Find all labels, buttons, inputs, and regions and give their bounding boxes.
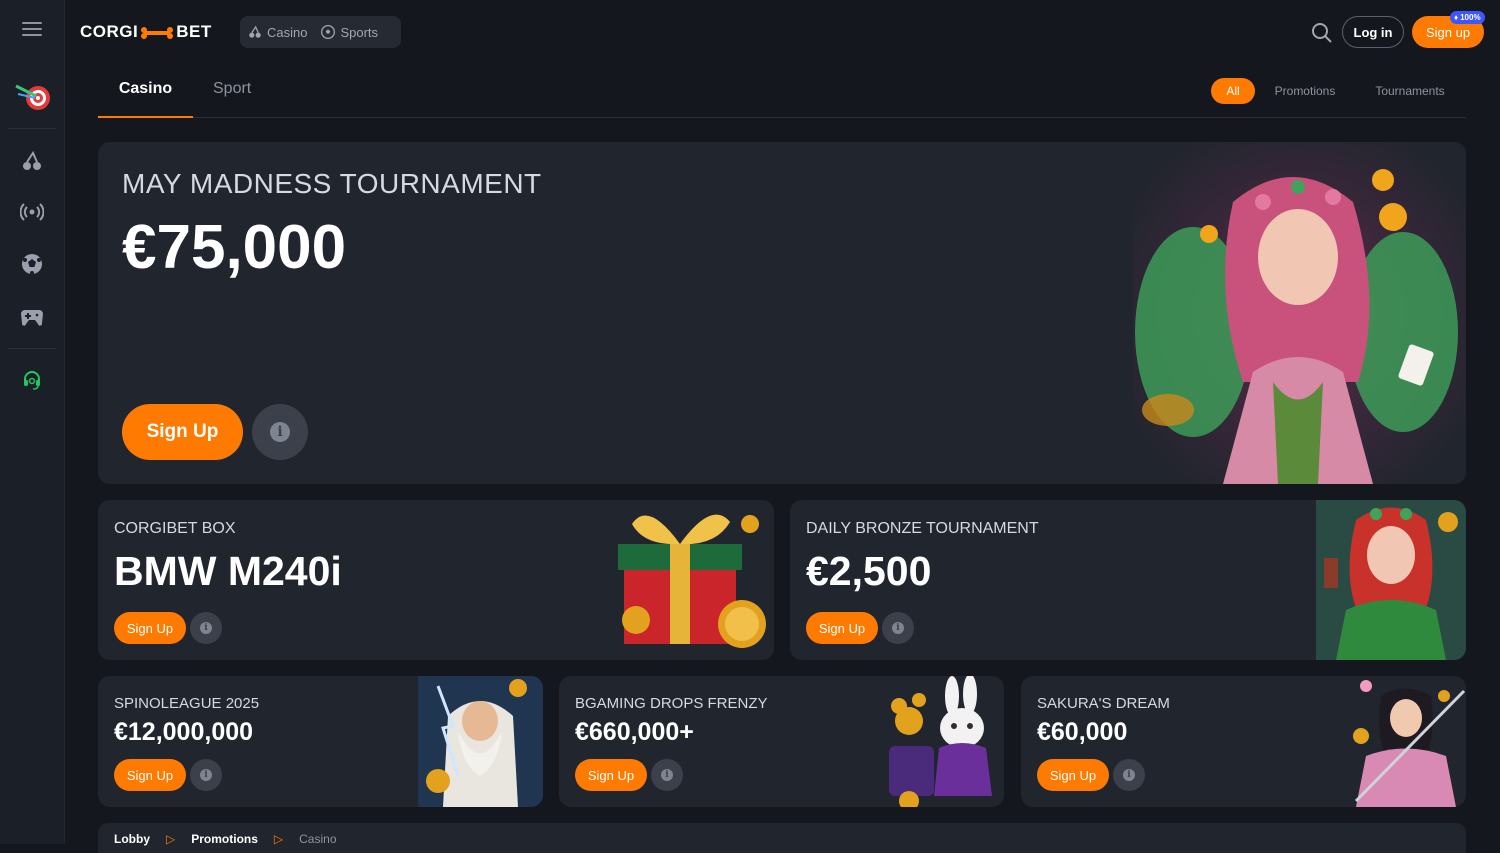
corgibet-logo[interactable]: CORGI BET	[80, 22, 212, 42]
tab-casino[interactable]: Casino	[98, 80, 193, 118]
gamepad-icon[interactable]	[20, 305, 44, 329]
soccer-ball-icon[interactable]	[20, 252, 44, 276]
soccer-ball-icon	[321, 25, 336, 39]
promo-info-button[interactable]: i	[882, 612, 914, 644]
promo-card-sakuras-dream[interactable]: SAKURA'S DREAM €60,000 Sign Up i	[1021, 676, 1466, 807]
promo-title: BGAMING DROPS FRENZY	[575, 695, 768, 712]
promo-info-button[interactable]: i	[1113, 759, 1145, 791]
promo-info-button[interactable]: i	[190, 759, 222, 791]
breadcrumb-promotions[interactable]: Promotions	[191, 832, 258, 846]
login-button[interactable]: Log in	[1342, 16, 1404, 48]
gift-box-illustration	[608, 500, 774, 660]
nav-sports-label: Sports	[340, 24, 379, 40]
promo-title: SAKURA'S DREAM	[1037, 695, 1170, 712]
menu-icon[interactable]	[22, 22, 42, 38]
zeus-illustration	[418, 676, 543, 807]
gem-icon: ♦	[1454, 13, 1459, 22]
search-icon[interactable]	[1311, 22, 1333, 44]
topbar: CORGI BET Casino Sports Log in Sign up ♦…	[65, 0, 1500, 66]
sidebar-divider	[8, 128, 56, 129]
info-icon: i	[1123, 769, 1135, 781]
promo-info-button[interactable]: i	[190, 612, 222, 644]
info-icon: i	[661, 769, 673, 781]
hero-info-button[interactable]: i	[252, 404, 308, 460]
live-broadcast-icon[interactable]	[20, 200, 44, 224]
sidebar	[0, 0, 65, 844]
breadcrumb-lobby[interactable]: Lobby	[114, 832, 150, 846]
promo-signup-button[interactable]: Sign Up	[114, 759, 186, 791]
promo-prize: BMW M240i	[114, 548, 342, 594]
promo-signup-button[interactable]: Sign Up	[806, 612, 878, 644]
rabbit-illustration	[874, 676, 1004, 807]
support-headset-icon[interactable]	[20, 368, 44, 392]
filter-all[interactable]: All	[1211, 78, 1255, 104]
promo-signup-button[interactable]: Sign Up	[575, 759, 647, 791]
logo-text-right: BET	[176, 22, 212, 41]
promo-title: DAILY BRONZE TOURNAMENT	[806, 520, 1039, 537]
section-tabs: Casino Sport All Promotions Tournaments	[98, 66, 1466, 118]
promo-card-daily-bronze[interactable]: DAILY BRONZE TOURNAMENT €2,500 Sign Up i	[790, 500, 1466, 660]
sidebar-divider	[8, 348, 56, 349]
promo-prize: €12,000,000	[114, 718, 254, 746]
hero-prize: €75,000	[122, 213, 347, 282]
promo-card-spinoleague[interactable]: SPINOLEAGUE 2025 €12,000,000 Sign Up i	[98, 676, 543, 807]
filter-promotions[interactable]: Promotions	[1266, 78, 1344, 104]
promo-title: CORGIBET BOX	[114, 520, 236, 537]
promo-prize: €2,500	[806, 548, 932, 594]
promo-signup-button[interactable]: Sign Up	[1037, 759, 1109, 791]
nav-casino[interactable]: Casino	[248, 25, 307, 40]
nav-sports[interactable]: Sports	[321, 25, 378, 40]
tab-sport[interactable]: Sport	[213, 80, 251, 118]
bonus-badge: ♦ 100%	[1450, 11, 1485, 24]
logo-text-left: CORGI	[80, 22, 139, 41]
promo-prize: €60,000	[1037, 718, 1128, 746]
promo-card-corgibet-box[interactable]: CORGIBET BOX BMW M240i Sign Up i	[98, 500, 774, 660]
samurai-woman-illustration	[1336, 676, 1466, 807]
info-icon: i	[200, 622, 212, 634]
bonus-badge-label: 100%	[1460, 13, 1481, 22]
fairy-illustration	[1133, 142, 1466, 484]
hero-title: MAY MADNESS TOURNAMENT	[122, 168, 542, 199]
hero-promo-card[interactable]: MAY MADNESS TOURNAMENT €75,000 Sign Up i	[98, 142, 1466, 484]
breadcrumb-casino: Casino	[299, 832, 337, 846]
target-darts-icon[interactable]	[14, 82, 52, 112]
breadcrumb-separator-icon: ▷	[273, 832, 284, 846]
product-switcher: Casino Sports	[240, 16, 401, 48]
cherry-icon	[249, 25, 261, 38]
woman-illustration	[1316, 500, 1466, 660]
info-icon: i	[200, 769, 212, 781]
info-icon: i	[270, 422, 290, 442]
hero-signup-button[interactable]: Sign Up	[122, 404, 243, 460]
promo-prize: €660,000+	[575, 718, 694, 746]
promo-info-button[interactable]: i	[651, 759, 683, 791]
breadcrumb: Lobby ▷ Promotions ▷ Casino	[98, 823, 1466, 853]
promo-card-bgaming-drops[interactable]: BGAMING DROPS FRENZY €660,000+ Sign Up i	[559, 676, 1004, 807]
bone-logo-icon	[140, 25, 174, 39]
nav-casino-label: Casino	[267, 24, 308, 40]
promo-title: SPINOLEAGUE 2025	[114, 695, 260, 712]
promo-signup-button[interactable]: Sign Up	[114, 612, 186, 644]
cherry-icon[interactable]	[20, 149, 44, 173]
info-icon: i	[892, 622, 904, 634]
breadcrumb-separator-icon: ▷	[166, 832, 176, 846]
filter-tournaments[interactable]: Tournaments	[1366, 78, 1454, 104]
